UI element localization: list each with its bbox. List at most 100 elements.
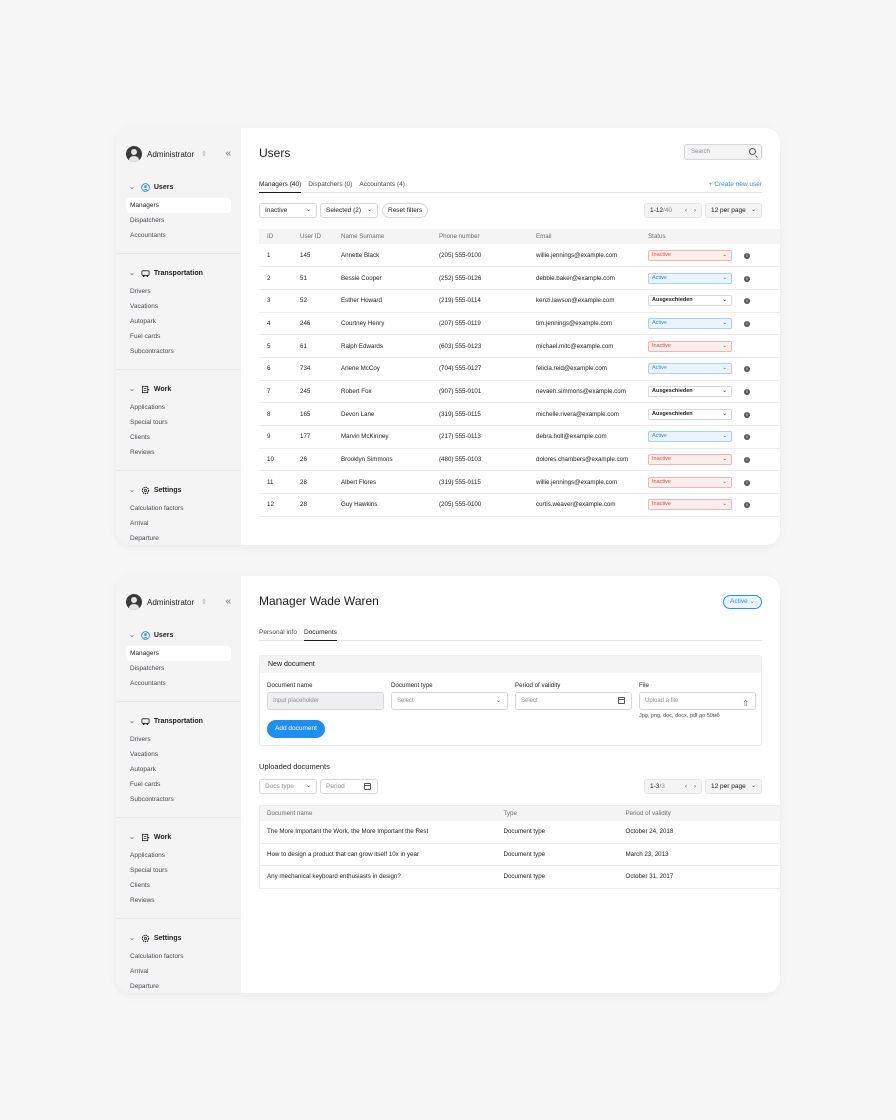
sidebar-section-header[interactable]: ⌄ Work: [126, 382, 231, 396]
sidebar-item[interactable]: Arrival: [126, 964, 231, 979]
search-input[interactable]: Search: [684, 144, 762, 160]
table-row[interactable]: 5 61 Ralph Edwards (603) 555-0123 michael.mi…: [259, 334, 780, 358]
table-row[interactable]: The More Important the Work, the More Im…: [259, 820, 780, 844]
info-icon[interactable]: i: [744, 320, 750, 327]
info-icon[interactable]: i: [744, 479, 750, 486]
table-row[interactable]: 9 177 Marvin McKinney (217) 555-0113 debra.h…: [259, 425, 780, 449]
sidebar-section-header[interactable]: ⌄ Users: [126, 628, 231, 642]
status-badge[interactable]: Active ⌄: [723, 595, 762, 609]
sidebar-item[interactable]: Applications: [126, 400, 231, 415]
sidebar-section-header[interactable]: ⌄ Settings: [126, 931, 231, 945]
table-row[interactable]: 3 52 Esther Howard (219) 555-0114 kenzi.laws…: [259, 289, 780, 313]
table-row[interactable]: How to design a product that can grow it…: [259, 843, 780, 866]
info-icon[interactable]: i: [744, 252, 750, 259]
status-filter[interactable]: Inactive ⌄: [259, 203, 317, 218]
search-icon[interactable]: [749, 148, 756, 155]
period-select[interactable]: Select: [515, 692, 632, 710]
sidebar-item[interactable]: Managers: [126, 198, 231, 213]
chevron-right-icon[interactable]: ›: [694, 780, 696, 793]
sidebar-item[interactable]: Applications: [126, 848, 231, 863]
sidebar-section-header[interactable]: ⌄ Settings: [126, 483, 231, 497]
info-icon[interactable]: i: [744, 434, 750, 441]
chevron-right-icon[interactable]: ›: [694, 204, 696, 217]
info-icon[interactable]: i: [744, 298, 750, 305]
sidebar-item[interactable]: Clients: [126, 430, 231, 445]
table-row[interactable]: 1 145 Annette Black (205) 555-0100 willie.je…: [259, 244, 780, 268]
status-select[interactable]: Ausgeschieden ⌄: [648, 295, 732, 307]
period-filter[interactable]: Period: [320, 779, 378, 794]
admin-switcher[interactable]: Administrator ⇕: [126, 592, 231, 612]
table-row[interactable]: 11 28 Albert Flores (319) 555-0115 willie.je…: [259, 470, 780, 495]
docs-type-filter[interactable]: Docs type ⌄: [259, 779, 317, 794]
status-select[interactable]: Active ⌄: [648, 363, 732, 375]
sidebar-item[interactable]: Accountants: [126, 676, 231, 691]
sidebar-item[interactable]: Dispatchers: [126, 213, 231, 228]
status-select[interactable]: Ausgeschieden ⌄: [648, 385, 732, 397]
sidebar-section-header[interactable]: ⌄ Work: [126, 830, 231, 844]
file-upload-field[interactable]: Upload a file ⇧: [639, 692, 756, 710]
table-row[interactable]: 8 165 Devon Lane (319) 555-0115 michelle.riv…: [259, 402, 780, 426]
info-icon[interactable]: i: [744, 366, 750, 373]
add-document-button[interactable]: Add document: [267, 720, 325, 738]
table-row[interactable]: 10 26 Brooklyn Simmons (480) 555-0103 dolore…: [259, 448, 780, 472]
document-type-select[interactable]: Select ⌄: [391, 692, 508, 710]
sidebar-item[interactable]: Special tours: [126, 415, 231, 430]
sidebar-item[interactable]: Autopark: [126, 762, 231, 777]
tab-personal-info[interactable]: Personal info: [259, 628, 297, 641]
sidebar-section-header[interactable]: ⌄ Users: [126, 180, 231, 194]
create-new-user-link[interactable]: + Create new user: [709, 180, 762, 189]
info-icon[interactable]: i: [744, 411, 750, 418]
sidebar-item[interactable]: Clients: [126, 878, 231, 893]
table-row[interactable]: 2 51 Bessie Cooper (252) 555-0126 debbie.bak…: [259, 266, 780, 290]
table-row[interactable]: 12 28 Guy Hawkins (205) 555-0100 curtis.weav…: [259, 493, 780, 517]
sidebar-item[interactable]: Drivers: [126, 732, 231, 747]
status-select[interactable]: Active ⌄: [648, 272, 732, 284]
sidebar-item[interactable]: Fuel cards: [126, 329, 231, 344]
table-row[interactable]: 4 246 Courtney Henry (207) 555-0119 tim.jenn…: [259, 312, 780, 336]
sidebar-section-header[interactable]: ⌄ Transportation: [126, 714, 231, 728]
table-row[interactable]: 6 734 Arlene McCoy (704) 555-0127 felicia.re…: [259, 357, 780, 381]
sidebar-item[interactable]: Departure: [126, 531, 231, 545]
more-options-icon[interactable]: ⋮: [775, 820, 780, 844]
table-row[interactable]: 7 245 Robert Fox (907) 555-0101 nevaeh.simmo…: [259, 380, 780, 404]
sidebar-item[interactable]: Reviews: [126, 445, 231, 460]
selected-filter[interactable]: Selected (2) ⌄: [320, 203, 378, 218]
sidebar-item[interactable]: Subcontractors: [126, 792, 231, 807]
status-select[interactable]: Active ⌄: [648, 431, 732, 443]
sidebar-item[interactable]: Autopark: [126, 314, 231, 329]
info-icon[interactable]: i: [744, 457, 750, 464]
reset-filters-button[interactable]: Reset filters: [382, 203, 429, 218]
info-icon[interactable]: i: [744, 388, 750, 395]
status-select[interactable]: Inactive ⌄: [648, 454, 732, 466]
sidebar-item[interactable]: Calculation factors: [126, 501, 231, 516]
table-row[interactable]: Any mechanical keyboard enthusiasts in d…: [260, 866, 781, 889]
sidebar-section-header[interactable]: ⌄ Transportation: [126, 266, 231, 280]
chevron-left-icon[interactable]: ‹: [685, 780, 687, 793]
more-options-icon[interactable]: ⋮: [775, 843, 780, 866]
sidebar-item[interactable]: Drivers: [126, 284, 231, 299]
status-select[interactable]: Ausgeschieden ⌄: [648, 408, 732, 420]
sidebar-item[interactable]: Reviews: [126, 893, 231, 908]
sidebar-item[interactable]: Managers: [126, 646, 231, 661]
tab-managers[interactable]: Managers (40): [259, 180, 302, 193]
document-name-field[interactable]: Input placeholder: [267, 692, 384, 710]
chevron-left-icon[interactable]: ‹: [685, 204, 687, 217]
status-select[interactable]: Inactive ⌄: [648, 476, 732, 488]
status-select[interactable]: Inactive ⌄: [648, 340, 732, 352]
info-icon[interactable]: i: [744, 502, 750, 509]
sidebar-item[interactable]: Calculation factors: [126, 949, 231, 964]
status-select[interactable]: Inactive ⌄: [648, 499, 732, 511]
sidebar-item[interactable]: Fuel cards: [126, 777, 231, 792]
sidebar-item[interactable]: Vacations: [126, 299, 231, 314]
more-options-icon[interactable]: ⋮: [776, 866, 781, 889]
sidebar-item[interactable]: Subcontractors: [126, 344, 231, 359]
sidebar-item[interactable]: Special tours: [126, 863, 231, 878]
tab-documents[interactable]: Documents: [303, 628, 337, 641]
collapse-sidebar-icon[interactable]: «: [225, 148, 231, 159]
status-select[interactable]: Active ⌄: [648, 317, 732, 329]
per-page-select[interactable]: 12 per page ⌄: [705, 779, 762, 794]
per-page-select[interactable]: 12 per page ⌄: [705, 203, 762, 218]
status-select[interactable]: Inactive ⌄: [648, 249, 732, 261]
admin-switcher[interactable]: Administrator ⇕: [126, 144, 231, 164]
sidebar-item[interactable]: Arrival: [126, 516, 231, 531]
